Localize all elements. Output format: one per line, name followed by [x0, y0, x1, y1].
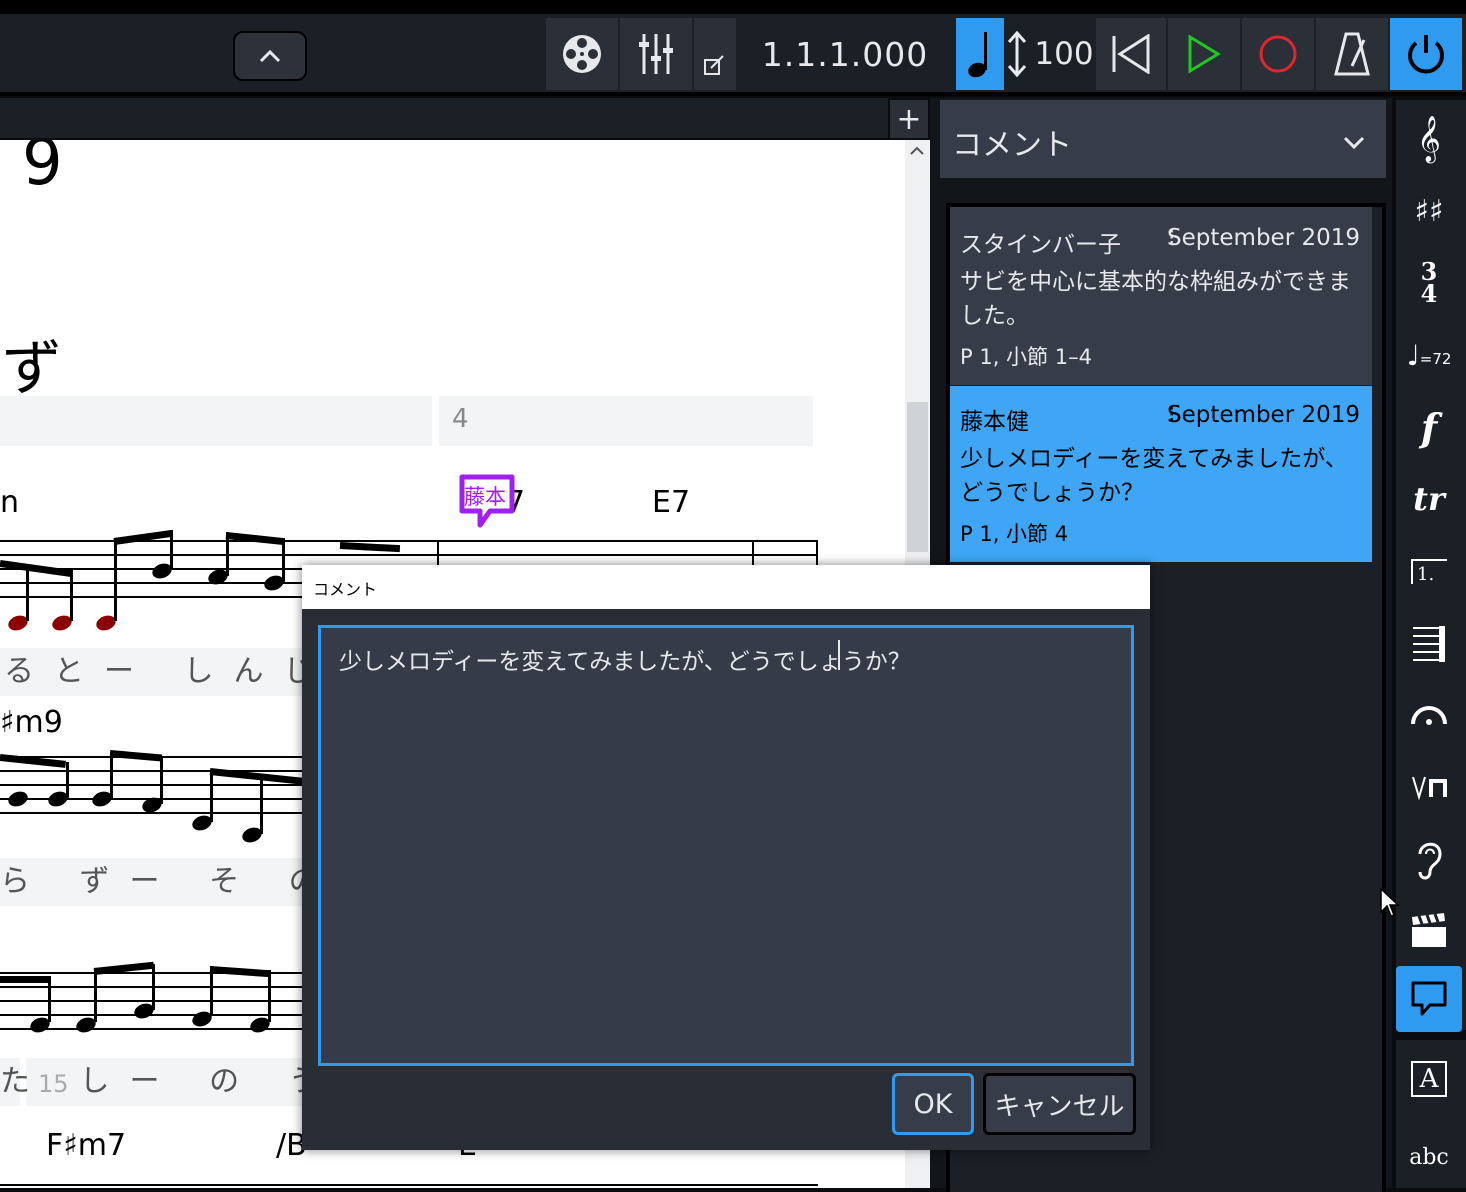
bar-number: 15 [38, 1070, 69, 1098]
sharp-icon: ♯♯ [1414, 193, 1444, 229]
lyrics-line: ら ずー そ の と き [0, 858, 478, 906]
forte-icon: f [1420, 404, 1438, 450]
bars-button[interactable] [1396, 610, 1462, 676]
mixer-button[interactable] [620, 18, 692, 90]
cues-button[interactable] [1396, 826, 1462, 892]
text-icon-label: A [1419, 1064, 1439, 1094]
metronome-button[interactable] [1316, 18, 1388, 90]
title-fragment: ず [2, 334, 62, 404]
playing-techniques-button[interactable] [1396, 754, 1462, 820]
chevron-down-icon[interactable] [1340, 128, 1368, 156]
comment-item-selected[interactable]: 藤本健 ⁝ September 2019 少しメロディーを変えてみましたが、どう… [950, 386, 1372, 562]
chord-symbol: F♯m7 [46, 1128, 127, 1163]
play-icon [1188, 35, 1221, 73]
power-icon [1408, 35, 1444, 74]
tempo-value: 100 [1034, 36, 1094, 72]
metronome-icon [1334, 32, 1370, 76]
comment-marker[interactable]: 藤本 [458, 473, 516, 528]
comment-location: P 1, 小節 4 [960, 522, 1069, 546]
record-icon [1259, 35, 1297, 73]
ornaments-button[interactable]: tr [1396, 466, 1462, 532]
mini-transport-toggle[interactable] [694, 18, 736, 90]
text-button[interactable]: A [1396, 1046, 1462, 1112]
chord-symbol: ♯m9 [0, 705, 63, 740]
score-tab-bar [0, 98, 888, 138]
lyrics-button[interactable]: abc [1396, 1124, 1462, 1190]
video-button[interactable] [546, 18, 618, 90]
chord-symbol: E7 [652, 485, 691, 520]
repeat-endings-button[interactable]: 1. [1396, 538, 1462, 604]
chord-symbol: n [0, 485, 20, 520]
dialog-titlebar[interactable] [302, 565, 1150, 609]
tempo-control[interactable]: 100 [1006, 18, 1094, 90]
ok-button[interactable]: OK [892, 1073, 974, 1135]
record-button[interactable] [1242, 18, 1314, 90]
chevron-up-icon [910, 146, 924, 155]
key-signatures-button[interactable]: ♯♯ [1396, 178, 1462, 244]
first-ending-icon: 1. [1411, 559, 1447, 585]
comment-author: スタインバー子 [960, 232, 1121, 258]
comments-panel-title: コメント [952, 128, 1072, 163]
film-reel-icon [563, 35, 601, 73]
comment-marker-initials: 藤本 [464, 485, 506, 509]
text-frame-icon: A [1411, 1061, 1447, 1097]
dialog-title: コメント [313, 580, 378, 599]
fixed-tempo-button[interactable] [956, 18, 1004, 90]
text-caret [838, 640, 840, 670]
speech-bubble-icon [1411, 981, 1447, 1016]
holds-pauses-button[interactable] [1396, 682, 1462, 748]
comment-author: 藤本健 [960, 409, 1029, 435]
tempo-label: =72 [1419, 350, 1452, 368]
barline-icon [1413, 626, 1445, 662]
lyrics-line: るとー しんじ [0, 648, 314, 696]
quarter-note-icon [968, 32, 987, 78]
bowing-icon [1412, 776, 1447, 801]
fermata-icon [1411, 706, 1447, 725]
cancel-button[interactable]: キャンセル [983, 1073, 1136, 1135]
expand-arrow-icon [704, 55, 724, 75]
transport-position[interactable]: 1.1.1.000 [738, 18, 952, 90]
scrollbar-thumb[interactable] [907, 402, 928, 552]
tempo-button[interactable]: ♩ =72 [1396, 322, 1462, 388]
page-number: 9 [22, 140, 63, 200]
comments-button[interactable] [1396, 966, 1462, 1032]
comment-text-value: 少しメロディーを変えてみましたが、どうでしょうか？ [339, 649, 911, 675]
lyrics-line: た しー の う た 15 [0, 1058, 398, 1106]
ear-icon [1418, 842, 1442, 880]
plus-icon: + [896, 101, 922, 137]
bar-number: 4 [452, 404, 469, 434]
lyrics-icon-label: abc [1409, 1144, 1449, 1170]
tempo-note-icon: ♩ [1406, 338, 1420, 372]
svg-text:1.: 1. [1417, 564, 1434, 585]
chevron-up-icon [259, 49, 281, 63]
mouse-cursor-icon [1380, 888, 1400, 917]
power-button[interactable] [1390, 18, 1462, 90]
mixer-faders-icon [639, 34, 673, 74]
bar-band: 4 [439, 396, 813, 446]
dynamics-button[interactable]: f [1396, 394, 1462, 460]
comment-body: サビを中心に基本的な枠組みができました。 [960, 269, 1351, 329]
comment-date: September 2019 [1167, 402, 1360, 428]
clefs-button[interactable]: 𝄞 [1396, 106, 1462, 172]
bar-band [0, 396, 432, 446]
comment-location: P 1, 小節 1–4 [960, 345, 1092, 369]
rewind-to-start-button[interactable] [1096, 18, 1166, 90]
time-signatures-button[interactable]: 34 [1396, 250, 1462, 316]
treble-clef-icon: 𝄞 [1417, 116, 1441, 162]
comment-date: September 2019 [1167, 225, 1360, 251]
comment-body: 少しメロディーを変えてみましたが、どうでしょうか？ [960, 446, 1348, 506]
markers-button[interactable] [1396, 898, 1462, 964]
up-down-arrow-icon [1008, 30, 1027, 78]
comment-text-field[interactable]: 少しメロディーを変えてみましたが、どうでしょうか？ [318, 625, 1134, 1066]
add-tab-button[interactable]: + [890, 100, 928, 138]
comment-item[interactable]: スタインバー子 ⁝ September 2019 サビを中心に基本的な枠組みがで… [950, 207, 1372, 385]
clapperboard-icon [1412, 913, 1446, 947]
trill-icon: tr [1413, 480, 1445, 518]
play-button[interactable] [1168, 18, 1240, 90]
collapse-toolbar-button[interactable] [233, 31, 307, 81]
time-signature-icon: 34 [1420, 257, 1438, 308]
skip-to-start-icon [1112, 34, 1150, 74]
